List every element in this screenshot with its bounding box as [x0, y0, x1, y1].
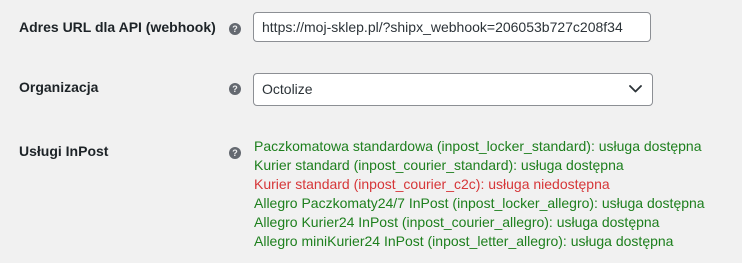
webhook-label: Adres URL dla API (webhook) — [19, 19, 216, 35]
inpost-service-item: Allegro Kurier24 InPost (inpost_courier_… — [254, 214, 660, 230]
organization-selected-value: Octolize — [262, 81, 313, 97]
chevron-down-icon — [629, 85, 642, 93]
webhook-url-input[interactable]: https://moj-sklep.pl/?shipx_webhook=2060… — [253, 12, 651, 42]
inpost-service-item: Allegro Paczkomaty24/7 InPost (inpost_lo… — [254, 195, 705, 211]
help-icon[interactable]: ? — [229, 147, 241, 159]
inpost-service-item: Kurier standard (inpost_courier_c2c): us… — [254, 176, 610, 192]
inpost-service-item: Paczkomatowa standardowa (inpost_locker_… — [254, 138, 702, 154]
organization-label: Organizacja — [19, 79, 99, 95]
inpost-services-label: Usługi InPost — [19, 143, 109, 159]
inpost-service-item: Allegro miniKurier24 InPost (inpost_lett… — [254, 233, 674, 249]
organization-select[interactable]: Octolize — [253, 73, 653, 106]
help-icon[interactable]: ? — [229, 23, 241, 35]
inpost-service-item: Kurier standard (inpost_courier_standard… — [254, 157, 624, 173]
help-icon[interactable]: ? — [229, 83, 241, 95]
webhook-row: Adres URL dla API (webhook) ? https://mo… — [0, 0, 742, 55]
inpost-services-list: Paczkomatowa standardowa (inpost_locker_… — [254, 137, 705, 251]
